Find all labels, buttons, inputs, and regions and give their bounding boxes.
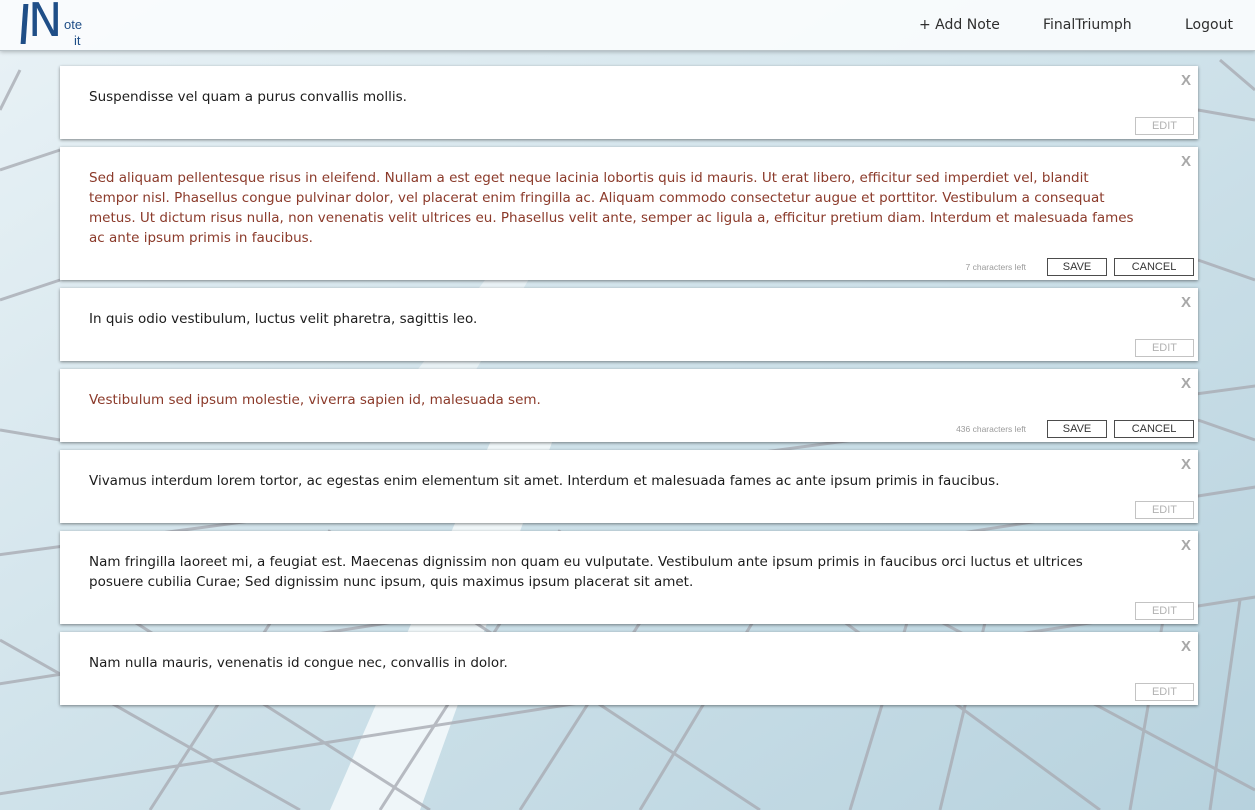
note-actions: EDIT (60, 329, 1198, 361)
note-card: X Nam fringilla laoreet mi, a feugiat es… (60, 531, 1198, 624)
note-text-editable[interactable]: Vestibulum sed ipsum molestie, viverra s… (60, 369, 1198, 410)
delete-note-button[interactable]: X (1181, 537, 1191, 554)
note-actions: 436 characters left SAVE CANCEL (60, 410, 1198, 442)
add-note-link[interactable]: + Add Note (919, 17, 1000, 33)
note-text: Nam nulla mauris, venenatis id congue ne… (89, 655, 508, 671)
edit-button[interactable]: EDIT (1135, 117, 1194, 135)
note-text-editable[interactable]: Sed aliquam pellentesque risus in eleife… (60, 147, 1198, 248)
note-card: X Suspendisse vel quam a purus convallis… (60, 66, 1198, 139)
note-actions: EDIT (60, 107, 1198, 139)
note-actions: 7 characters left SAVE CANCEL (60, 248, 1198, 280)
save-button[interactable]: SAVE (1047, 258, 1107, 276)
notes-list: X Suspendisse vel quam a purus convallis… (60, 66, 1198, 713)
note-card: X Vivamus interdum lorem tortor, ac eges… (60, 450, 1198, 523)
edit-button[interactable]: EDIT (1135, 339, 1194, 357)
save-button[interactable]: SAVE (1047, 420, 1107, 438)
logo-text-ote: ote (64, 17, 83, 32)
note-text: Vivamus interdum lorem tortor, ac egesta… (89, 473, 1000, 489)
note-actions: EDIT (60, 592, 1198, 624)
note-text: Nam fringilla laoreet mi, a feugiat est.… (89, 554, 1083, 590)
note-text: In quis odio vestibulum, luctus velit ph… (89, 311, 478, 327)
app-logo[interactable]: N ote it (20, 0, 88, 48)
logout-link[interactable]: Logout (1185, 17, 1233, 33)
edit-button[interactable]: EDIT (1135, 683, 1194, 701)
note-actions: EDIT (60, 491, 1198, 523)
note-card-editing: X Vestibulum sed ipsum molestie, viverra… (60, 369, 1198, 442)
delete-note-button[interactable]: X (1181, 638, 1191, 655)
characters-left-counter: 436 characters left (956, 424, 1026, 434)
delete-note-button[interactable]: X (1181, 375, 1191, 392)
note-card-editing: X Sed aliquam pellentesque risus in elei… (60, 147, 1198, 280)
note-card: X Nam nulla mauris, venenatis id congue … (60, 632, 1198, 705)
note-card: X In quis odio vestibulum, luctus velit … (60, 288, 1198, 361)
note-text: Suspendisse vel quam a purus convallis m… (89, 89, 407, 105)
characters-left-counter: 7 characters left (965, 262, 1026, 272)
logo-text-it: it (74, 33, 81, 48)
cancel-button[interactable]: CANCEL (1114, 420, 1194, 438)
delete-note-button[interactable]: X (1181, 294, 1191, 311)
edit-button[interactable]: EDIT (1135, 602, 1194, 620)
edit-button[interactable]: EDIT (1135, 501, 1194, 519)
delete-note-button[interactable]: X (1181, 72, 1191, 89)
cancel-button[interactable]: CANCEL (1114, 258, 1194, 276)
header: N ote it + Add Note FinalTriumph Logout (0, 0, 1255, 51)
delete-note-button[interactable]: X (1181, 456, 1191, 473)
username-link[interactable]: FinalTriumph (1043, 17, 1132, 33)
logo-letter: N (28, 0, 63, 47)
delete-note-button[interactable]: X (1181, 153, 1191, 170)
note-actions: EDIT (60, 673, 1198, 705)
